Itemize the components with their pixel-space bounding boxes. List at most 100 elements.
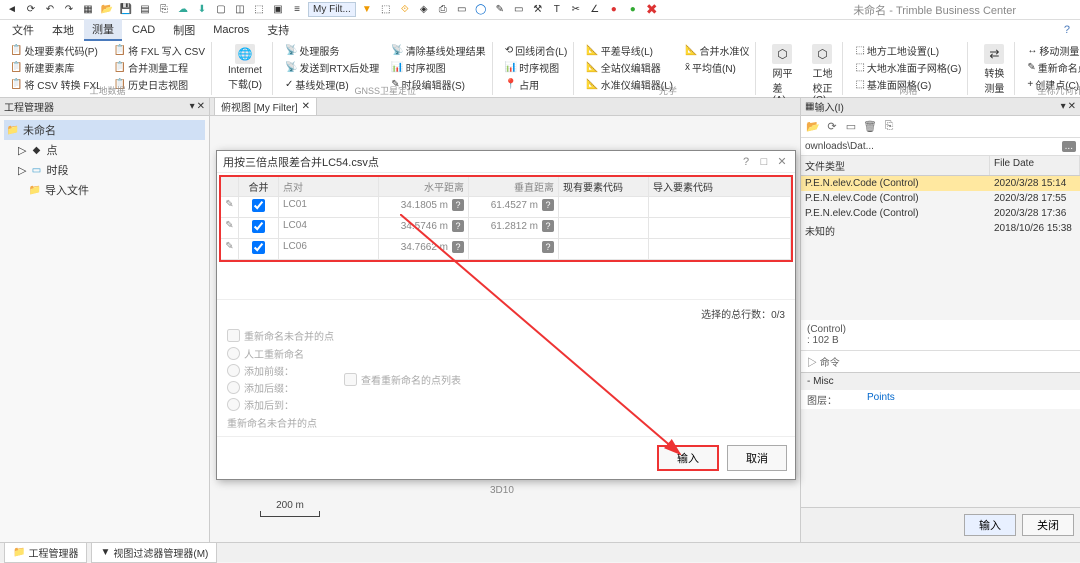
- dialog-ok-button[interactable]: 输入: [657, 445, 719, 471]
- menu-local[interactable]: 本地: [44, 20, 82, 40]
- cube-icon[interactable]: ◈: [416, 2, 432, 18]
- opt-rename-unmerged[interactable]: 重新命名未合并的点: [227, 328, 785, 343]
- save-icon[interactable]: 💾: [118, 2, 134, 18]
- ribbon-new-lib[interactable]: 📋 新建要素库: [8, 59, 104, 76]
- col-hdist[interactable]: 水平距离: [379, 177, 469, 197]
- page-icon[interactable]: ▭: [454, 2, 470, 18]
- col-merge[interactable]: 合并: [239, 177, 279, 197]
- ribbon-rtx[interactable]: 📡 发送到RTX后处理: [283, 59, 381, 76]
- copy-icon[interactable]: ⎘: [156, 2, 172, 18]
- delete-icon[interactable]: 🗑: [862, 119, 878, 135]
- col-filedate[interactable]: File Date: [990, 156, 1080, 175]
- folder-up-icon[interactable]: 📂: [805, 119, 821, 135]
- opt-manual-rename[interactable]: 人工重新命名: [227, 346, 304, 361]
- new-icon[interactable]: ▦: [80, 2, 96, 18]
- export-icon[interactable]: ▤: [137, 2, 153, 18]
- circle-icon[interactable]: ◯: [473, 2, 489, 18]
- dialog-cancel-button[interactable]: 取消: [727, 445, 787, 471]
- ribbon-local-site[interactable]: ⬚ 地方工地设置(L): [853, 42, 963, 59]
- file-row[interactable]: 未知的2018/10/26 15:38: [801, 221, 1080, 240]
- table-row[interactable]: ✎ LC0634.7662 m? ?: [221, 239, 791, 260]
- open-icon[interactable]: 📂: [99, 2, 115, 18]
- path-row[interactable]: ownloads\Dat... ...: [801, 138, 1080, 156]
- ribbon-move-pt[interactable]: ↔ 移动测量点: [1025, 42, 1080, 59]
- command-line[interactable]: ▷ 命令: [801, 350, 1080, 372]
- ribbon-loop-close[interactable]: ⟲ 回线闭合(L): [503, 42, 570, 59]
- ribbon-timeview2[interactable]: 📊 时序视图: [503, 59, 570, 76]
- copy2-icon[interactable]: ⎘: [881, 119, 897, 135]
- tree-import-files[interactable]: 📁导入文件: [4, 180, 205, 200]
- ribbon-download[interactable]: 🌐Internet 下载(D): [222, 42, 268, 93]
- col-filetype[interactable]: 文件类型: [801, 156, 990, 175]
- tool1-icon[interactable]: ⚒: [530, 2, 546, 18]
- panel-close2-icon[interactable]: ✕: [1068, 101, 1076, 112]
- view1-icon[interactable]: ▢: [213, 2, 229, 18]
- window-icon[interactable]: ▭: [511, 2, 527, 18]
- ribbon-clear-baseline[interactable]: 📡 清除基线处理结果: [389, 42, 487, 59]
- refresh-icon[interactable]: ⟳: [23, 2, 39, 18]
- file-row[interactable]: P.E.N.elev.Code (Control)2020/3/28 15:14: [801, 176, 1080, 191]
- ribbon-merge[interactable]: 📋 合并测量工程: [112, 59, 207, 76]
- view3-icon[interactable]: ⬚: [251, 2, 267, 18]
- ribbon-process-codes[interactable]: 📋 处理要素代码(P): [8, 42, 104, 59]
- ribbon-timeview[interactable]: 📊 时序视图: [389, 59, 487, 76]
- col-import-code[interactable]: 导入要素代码: [649, 177, 791, 197]
- col-pointpair[interactable]: 点对: [279, 177, 379, 197]
- ribbon-occupy[interactable]: 📍 占用: [503, 76, 570, 93]
- refresh2-icon[interactable]: ⟳: [824, 119, 840, 135]
- close-red-icon[interactable]: ✖: [644, 2, 660, 18]
- status-tab-filter[interactable]: ▼ 视图过滤器管理器(M): [91, 542, 217, 563]
- filter-icon[interactable]: ▼: [359, 2, 375, 18]
- menu-support[interactable]: 支持: [259, 20, 297, 40]
- close-button[interactable]: 关闭: [1022, 514, 1074, 536]
- file-row[interactable]: P.E.N.elev.Code (Control)2020/3/28 17:36: [801, 206, 1080, 221]
- ribbon-mean[interactable]: x̄ 平均值(N): [683, 59, 751, 76]
- tab-close-icon[interactable]: ✕: [302, 101, 310, 112]
- plan-view-tab[interactable]: 俯视图 [My Filter]✕: [214, 97, 317, 116]
- print-icon[interactable]: ⎙: [435, 2, 451, 18]
- help-icon[interactable]: ?: [1064, 24, 1070, 36]
- menu-macros[interactable]: Macros: [205, 22, 257, 38]
- link-icon[interactable]: ⟐: [397, 2, 413, 18]
- row-checkbox[interactable]: [252, 220, 265, 233]
- opt-add-next[interactable]: 添加后到：: [227, 397, 304, 412]
- dialog-max-icon[interactable]: □: [757, 155, 771, 169]
- opt-add-prefix[interactable]: 添加前缀：: [227, 363, 304, 378]
- table-row[interactable]: ✎ LC0134.1805 m? 61.4527 m?: [221, 197, 791, 218]
- tree-root[interactable]: 📁未命名: [4, 120, 205, 140]
- ribbon-rename-pt[interactable]: ✎ 重新命名点(N): [1025, 59, 1080, 76]
- menu-file[interactable]: 文件: [4, 20, 42, 40]
- back-icon[interactable]: ◄: [4, 2, 20, 18]
- ribbon-proc-service[interactable]: 📡 处理服务: [283, 42, 381, 59]
- text-icon[interactable]: T: [549, 2, 565, 18]
- redo-icon[interactable]: ↷: [61, 2, 77, 18]
- col-existing-code[interactable]: 现有要素代码: [559, 177, 649, 197]
- panel-close-icon[interactable]: ✕: [197, 101, 205, 112]
- file-row[interactable]: P.E.N.elev.Code (Control)2020/3/28 17:55: [801, 191, 1080, 206]
- angle-icon[interactable]: ∠: [587, 2, 603, 18]
- opt-show-list[interactable]: 查看重新命名的点列表: [344, 346, 461, 412]
- row-checkbox[interactable]: [252, 199, 265, 212]
- dialog-close-icon[interactable]: ✕: [775, 155, 789, 169]
- cut-icon[interactable]: ✂: [568, 2, 584, 18]
- tree-sessions[interactable]: ▷▭时段: [4, 160, 205, 180]
- misc-layer-row[interactable]: 图层：Points: [801, 390, 1080, 409]
- pin-icon[interactable]: ▾: [190, 101, 195, 112]
- sync-icon[interactable]: ☁: [175, 2, 191, 18]
- dialog-help-icon[interactable]: ?: [739, 155, 753, 169]
- ribbon-traverse[interactable]: 📐 平差导线(L): [584, 42, 675, 59]
- view4-icon[interactable]: ▣: [270, 2, 286, 18]
- dot-green-icon[interactable]: ●: [625, 2, 641, 18]
- ribbon-history[interactable]: 📋 历史日志视图: [112, 76, 207, 93]
- menu-survey[interactable]: 测量: [84, 19, 122, 41]
- row-checkbox[interactable]: [252, 241, 265, 254]
- status-tab-explorer[interactable]: 📁 工程管理器: [4, 542, 87, 563]
- panel-pin-icon[interactable]: ▾: [1061, 101, 1066, 112]
- ribbon-ts-editor[interactable]: 📐 全站仪编辑器: [584, 59, 675, 76]
- layers-icon[interactable]: ≡: [289, 2, 305, 18]
- view2-icon[interactable]: ◫: [232, 2, 248, 18]
- download-icon[interactable]: ⬇: [194, 2, 210, 18]
- edit-icon[interactable]: ✎: [492, 2, 508, 18]
- undo-icon[interactable]: ↶: [42, 2, 58, 18]
- ribbon-merge-level[interactable]: 📐 合并水准仪: [683, 42, 751, 59]
